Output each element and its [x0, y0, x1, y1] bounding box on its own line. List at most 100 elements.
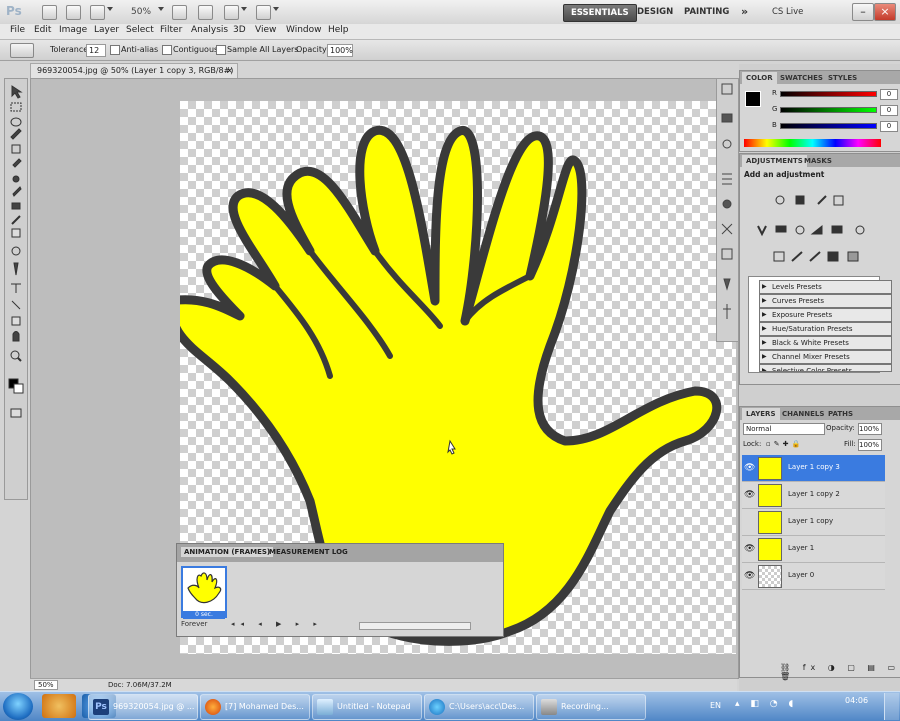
menu-image[interactable]: Image [59, 25, 87, 35]
cs-live-button[interactable]: CS Live [765, 4, 810, 20]
tab-animation-frames[interactable]: ANIMATION (FRAMES) [181, 547, 274, 557]
preset-hue-saturation[interactable]: Hue/Saturation Presets [759, 322, 892, 336]
green-value[interactable]: 0 [880, 105, 898, 116]
tab-styles[interactable]: STYLES [824, 72, 861, 84]
chevron-down-icon[interactable] [107, 7, 113, 11]
workspace-painting-button[interactable]: PAINTING [677, 4, 736, 20]
mini-bridge-icon[interactable] [66, 5, 81, 20]
view-extras-icon[interactable] [90, 5, 105, 20]
menu-edit[interactable]: Edit [34, 25, 51, 35]
tab-layers[interactable]: LAYERS [742, 408, 780, 420]
adjustment-icons[interactable] [750, 192, 890, 264]
layer-opacity-input[interactable]: 100% [858, 423, 882, 435]
animation-panel-header: ANIMATION (FRAMES) MEASUREMENT LOG [177, 544, 503, 562]
tool-preset-icon[interactable] [10, 43, 34, 58]
color-spectrum-bar[interactable] [744, 139, 881, 147]
layer-row-layer-1[interactable]: 👁 Layer 1 [742, 536, 885, 563]
blue-slider[interactable] [780, 123, 877, 129]
document-tab[interactable]: 969320054.jpg @ 50% (Layer 1 copy 3, RGB… [30, 63, 238, 78]
eye-icon[interactable]: 👁 [744, 463, 755, 473]
hand-tool-icon[interactable] [172, 5, 187, 20]
status-zoom[interactable]: 50% [34, 680, 58, 690]
preset-selective-color[interactable]: Selective Color Presets [759, 364, 892, 372]
tab-paths[interactable]: PATHS [824, 408, 857, 420]
menu-window[interactable]: Window [286, 25, 322, 35]
task-photoshop[interactable]: Ps 969320054.jpg @ ... [88, 694, 198, 720]
layer-actions-icons[interactable]: ⛓ fx ◑ ▢ ▤ ▭ 🗑 [780, 663, 900, 681]
start-button[interactable] [3, 693, 33, 720]
red-slider[interactable] [780, 91, 877, 97]
layer-row-layer-0[interactable]: 👁 Layer 0 [742, 563, 885, 590]
dock-icons[interactable] [717, 79, 738, 341]
antialias-checkbox[interactable] [110, 45, 120, 55]
animation-frame[interactable]: 0 sec. [181, 566, 227, 619]
workspace-essentials-button[interactable]: ESSENTIALS [563, 4, 637, 22]
workspace-design-button[interactable]: DESIGN [630, 4, 680, 20]
loop-select[interactable]: Forever [181, 620, 207, 632]
opacity-input[interactable]: 100% [327, 44, 353, 57]
tab-masks[interactable]: MASKS [800, 155, 836, 167]
eye-icon[interactable] [744, 517, 754, 527]
zoom-tool-icon[interactable] [198, 5, 213, 20]
preset-levels[interactable]: Levels Presets [759, 280, 892, 294]
eye-icon[interactable]: 👁 [744, 571, 755, 581]
language-indicator[interactable]: EN [710, 701, 721, 710]
show-desktop-button[interactable] [884, 693, 899, 720]
menu-file[interactable]: File [10, 25, 25, 35]
zoom-level[interactable]: 50% [131, 7, 151, 17]
task-notepad[interactable]: Untitled - Notepad [312, 694, 422, 720]
eye-icon[interactable]: 👁 [744, 544, 755, 554]
layer-row-layer-1-copy-2[interactable]: 👁 Layer 1 copy 2 [742, 482, 885, 509]
menu-view[interactable]: View [255, 25, 276, 35]
preset-curves[interactable]: Curves Presets [759, 294, 892, 308]
chevron-down-icon[interactable] [241, 7, 247, 11]
scrollbar[interactable] [359, 622, 471, 630]
foreground-color-swatch[interactable] [745, 91, 761, 107]
tool-icons[interactable] [5, 79, 27, 499]
menu-layer[interactable]: Layer [94, 25, 119, 35]
menu-3d[interactable]: 3D [233, 25, 246, 35]
lock-icons[interactable]: ▫✎✚🔒 [766, 440, 803, 448]
playback-controls[interactable]: ◂◂ ◂ ▶ ▸ ▸ [231, 620, 323, 632]
menu-analysis[interactable]: Analysis [191, 25, 228, 35]
sample-all-layers-checkbox[interactable] [216, 45, 226, 55]
tab-adjustments[interactable]: ADJUSTMENTS [742, 155, 807, 167]
tab-swatches[interactable]: SWATCHES [776, 72, 827, 84]
screen-mode-icon[interactable] [256, 5, 271, 20]
minimize-button[interactable]: – [852, 3, 874, 21]
eye-icon[interactable]: 👁 [744, 490, 755, 500]
chevron-down-icon[interactable] [158, 7, 164, 11]
blue-value[interactable]: 0 [880, 121, 898, 132]
layer-row-layer-1-copy-3[interactable]: 👁 Layer 1 copy 3 [742, 455, 885, 482]
red-value[interactable]: 0 [880, 89, 898, 100]
menu-select[interactable]: Select [126, 25, 154, 35]
menu-help[interactable]: Help [328, 25, 349, 35]
preset-channel-mixer[interactable]: Channel Mixer Presets [759, 350, 892, 364]
green-slider[interactable] [780, 107, 877, 113]
close-button[interactable]: × [874, 3, 896, 21]
clock[interactable]: 04:06 [845, 696, 868, 705]
fill-input[interactable]: 100% [858, 439, 882, 451]
bridge-icon[interactable] [42, 5, 57, 20]
layer-row-layer-1-copy[interactable]: Layer 1 copy [742, 509, 885, 536]
tab-color[interactable]: COLOR [742, 72, 777, 84]
tab-channels[interactable]: CHANNELS [778, 408, 828, 420]
layer-name: Layer 1 copy 3 [788, 463, 840, 471]
workspace-more-button[interactable]: » [734, 4, 755, 20]
tab-measurement-log[interactable]: MEASUREMENT LOG [269, 548, 348, 556]
preset-exposure[interactable]: Exposure Presets [759, 308, 892, 322]
close-icon[interactable]: × [226, 64, 233, 78]
blend-mode-select[interactable]: Normal [743, 423, 825, 435]
tolerance-input[interactable]: 12 [86, 44, 106, 57]
task-explorer[interactable]: C:\Users\acc\Des... [424, 694, 534, 720]
arrange-documents-icon[interactable] [224, 5, 239, 20]
contiguous-checkbox[interactable] [162, 45, 172, 55]
preset-black-white[interactable]: Black & White Presets [759, 336, 892, 350]
windows-explorer-icon[interactable] [42, 694, 76, 718]
task-recording[interactable]: Recording... [536, 694, 646, 720]
task-firefox[interactable]: [7] Mohamed Des... [200, 694, 310, 720]
chevron-down-icon[interactable] [273, 7, 279, 11]
tray-icons[interactable]: ▴ ◧ ◔ ◖ [735, 699, 797, 709]
frame-delay[interactable]: 0 sec. [183, 611, 225, 619]
menu-filter[interactable]: Filter [160, 25, 182, 35]
